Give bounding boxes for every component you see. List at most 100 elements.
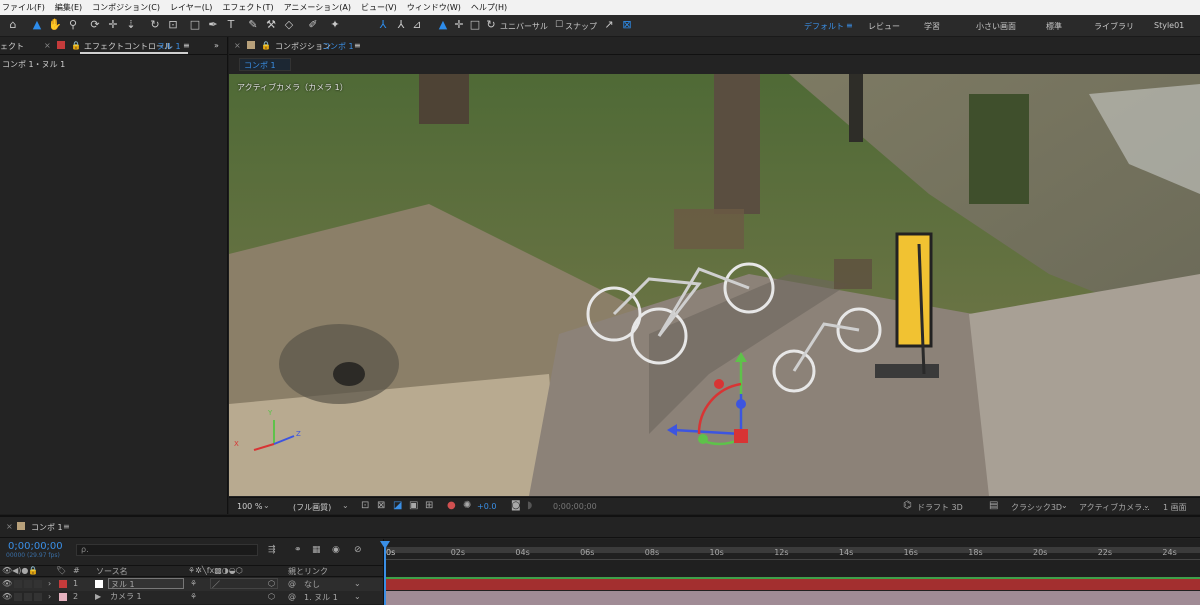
playhead[interactable]: [384, 543, 386, 605]
scale-icon[interactable]: □: [468, 18, 482, 32]
expand-chevron-icon[interactable]: ›: [48, 579, 51, 588]
tab-partial[interactable]: ェクト: [0, 41, 24, 52]
draft3d-label[interactable]: ドラフト 3D: [917, 502, 963, 513]
audio-toggle[interactable]: [14, 593, 22, 601]
composition-viewer[interactable]: アクティブカメラ（カメラ 1） Y X Z: [229, 74, 1200, 496]
parent-select[interactable]: なし: [304, 579, 320, 590]
eye-icon[interactable]: 👁: [2, 579, 12, 588]
parent-select[interactable]: 1. ヌル 1: [304, 592, 338, 603]
menu-item-5[interactable]: アニメーション(A): [284, 2, 351, 13]
hand-tool-icon[interactable]: ✋: [48, 18, 62, 32]
workspace-1[interactable]: レビュー: [868, 21, 900, 32]
comp-subtab[interactable]: コンポ 1: [244, 60, 276, 71]
solo-toggle[interactable]: [24, 580, 32, 588]
renderer-select[interactable]: クラシック3D: [1011, 502, 1062, 513]
snap-grid-icon[interactable]: ⊠: [620, 18, 634, 32]
chevron-down-icon[interactable]: ⌄: [354, 592, 361, 601]
pickwhip-icon[interactable]: @: [288, 579, 296, 588]
workspace-6[interactable]: Style01: [1154, 21, 1184, 30]
rotate-tool-icon[interactable]: ↻: [148, 18, 162, 32]
shy-icon[interactable]: ▦: [312, 545, 321, 555]
home-icon[interactable]: ⌂: [6, 18, 20, 32]
menu-item-8[interactable]: ヘルプ(H): [471, 2, 507, 13]
lock-toggle[interactable]: [34, 580, 42, 588]
layer-search-input[interactable]: ρ.: [76, 544, 258, 556]
workspace-3[interactable]: 小さい画面: [976, 21, 1016, 32]
effect-controls-layer[interactable]: ヌル 1: [157, 41, 181, 52]
fit-icon[interactable]: ⊡: [361, 500, 369, 511]
audio-toggle[interactable]: [14, 580, 22, 588]
menu-item-1[interactable]: 編集(E): [55, 2, 82, 13]
rectangle-tool-icon[interactable]: □: [188, 18, 202, 32]
shy-switch-icon[interactable]: ⚘: [190, 579, 197, 588]
snap-checkbox[interactable]: ☐: [552, 18, 566, 32]
3d-switch-icon[interactable]: ⬡: [268, 579, 275, 588]
move-icon[interactable]: ✛: [452, 18, 466, 32]
pan-camera-icon[interactable]: ✛: [106, 18, 120, 32]
eye-icon[interactable]: 👁: [2, 592, 12, 601]
transparency-grid-icon[interactable]: ⊠: [377, 500, 385, 511]
layer-row[interactable]: 👁 › 2 ▶ カメラ 1 ⚘ ⬡ @1. ヌル 1 ⌄: [0, 591, 383, 604]
resolution-select[interactable]: (フル画質): [293, 502, 331, 513]
mask-visibility-icon[interactable]: ◪: [393, 500, 402, 511]
pen-tool-icon[interactable]: ✒: [206, 18, 220, 32]
workspace-2[interactable]: 学習: [924, 21, 940, 32]
timeline-tab[interactable]: コンポ 1: [31, 522, 63, 533]
workspace-4[interactable]: 標準: [1046, 21, 1062, 32]
orbit-camera-icon[interactable]: ⟳: [88, 18, 102, 32]
brush-tool-icon[interactable]: ✎: [246, 18, 260, 32]
workspace-menu-icon[interactable]: ≡: [846, 21, 853, 30]
timeline-area[interactable]: 0s 02s 04s 06s 08s 10s 12s 14s 16s 18s 20s 22s 24s: [380, 539, 1200, 605]
panel-menu-icon[interactable]: ≡: [354, 41, 361, 50]
color-channels-icon[interactable]: ●: [447, 500, 456, 511]
pickwhip-icon[interactable]: @: [288, 592, 296, 601]
close-icon[interactable]: ×: [44, 41, 51, 50]
panel-overflow-icon[interactable]: »: [214, 41, 219, 50]
layer-name[interactable]: ヌル 1: [111, 579, 135, 590]
menu-item-4[interactable]: エフェクト(T): [222, 2, 273, 13]
universal-select-icon[interactable]: ▲: [436, 18, 450, 32]
world-axis-icon[interactable]: ⅄: [394, 18, 408, 32]
timecode-display[interactable]: 0;00;00;00: [553, 502, 597, 511]
menu-item-6[interactable]: ビュー(V): [361, 2, 397, 13]
anchor-tool-icon[interactable]: ⊡: [166, 18, 180, 32]
extended-viewer-icon[interactable]: ▤: [989, 500, 998, 511]
workspace-5[interactable]: ライブラリ: [1094, 21, 1134, 32]
snap-options-icon[interactable]: ↗: [602, 18, 616, 32]
shy-switch-icon[interactable]: ⚘: [190, 592, 197, 601]
layer-name[interactable]: カメラ 1: [110, 591, 142, 602]
layout-select[interactable]: 1 画面: [1163, 502, 1187, 513]
exposure-value[interactable]: +0.0: [477, 502, 496, 511]
close-icon[interactable]: ×: [234, 41, 241, 50]
frame-blend-icon[interactable]: ◉: [332, 545, 340, 555]
guides-icon[interactable]: ⊞: [425, 500, 433, 511]
expand-chevron-icon[interactable]: ›: [48, 592, 51, 601]
workspace-0[interactable]: デフォルト: [804, 21, 844, 32]
layer-label-color[interactable]: [59, 580, 67, 588]
chevron-down-icon[interactable]: ⌄: [354, 579, 361, 588]
composition-name[interactable]: コンポ 1: [322, 41, 354, 52]
draft3d-icon[interactable]: ⌬: [903, 500, 912, 511]
chevron-down-icon[interactable]: ⌄: [342, 501, 349, 510]
quality-switch-icon[interactable]: ／: [212, 579, 220, 590]
comp-mini-flowchart-icon[interactable]: ⇶: [268, 545, 276, 555]
zoom-select[interactable]: 100 %: [237, 502, 262, 511]
lock-toggle[interactable]: [34, 593, 42, 601]
panel-menu-icon[interactable]: ≡: [63, 522, 70, 531]
zoom-tool-icon[interactable]: ⚲: [66, 18, 80, 32]
roi-icon[interactable]: ▣: [409, 500, 418, 511]
lock-icon[interactable]: 🔒: [261, 41, 271, 50]
view-select[interactable]: アクティブカメラ...: [1079, 502, 1150, 513]
draft-3d-toggle-icon[interactable]: ⚭: [294, 545, 302, 555]
puppet-tool-icon[interactable]: ✦: [328, 18, 342, 32]
work-area-bar[interactable]: [384, 547, 1200, 553]
snapshot-icon[interactable]: ◙: [511, 500, 521, 511]
view-axis-icon[interactable]: ⊿: [410, 18, 424, 32]
chevron-down-icon[interactable]: ⌄: [263, 501, 270, 510]
clone-stamp-tool-icon[interactable]: ⚒: [264, 18, 278, 32]
solo-toggle[interactable]: [24, 593, 32, 601]
dolly-camera-icon[interactable]: ⇣: [124, 18, 138, 32]
type-tool-icon[interactable]: T: [224, 18, 238, 32]
layer-label-color[interactable]: [59, 593, 67, 601]
roto-brush-tool-icon[interactable]: ✐: [306, 18, 320, 32]
